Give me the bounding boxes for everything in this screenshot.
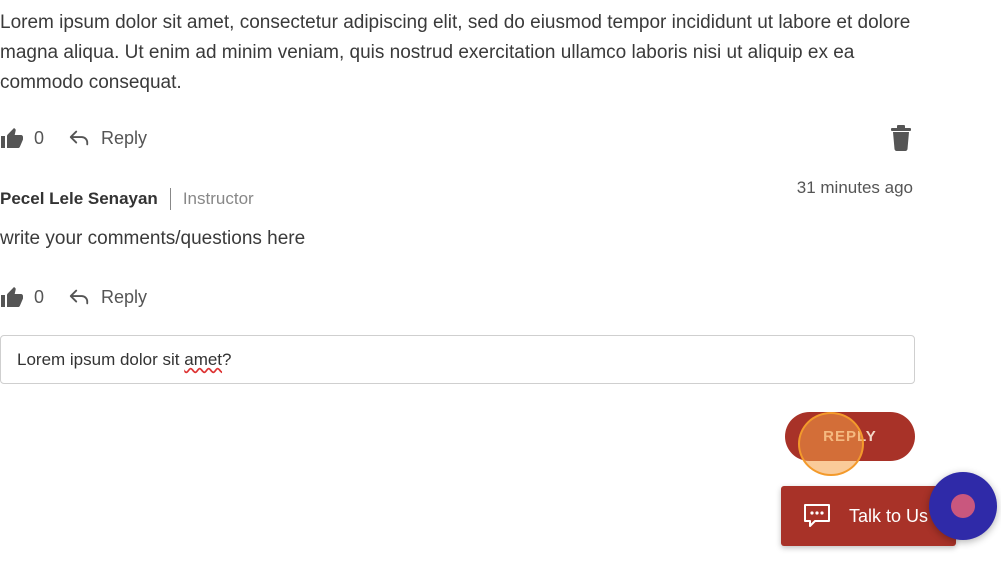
author-role: Instructor <box>182 189 254 208</box>
chatbot-icon <box>951 494 975 518</box>
thumbs-up-icon[interactable] <box>0 285 24 309</box>
reply-label: Reply <box>101 286 148 307</box>
comment-actions: 0 Reply <box>0 282 147 312</box>
comment-timestamp: 31 minutes ago <box>796 178 913 197</box>
reply-label: Reply <box>101 127 148 148</box>
comment-header: Pecel Lele Senayan Instructor <box>0 186 254 212</box>
reply-input[interactable]: Lorem ipsum dolor sit amet? <box>0 335 915 384</box>
post-text: Lorem ipsum dolor sit amet, consectetur … <box>0 12 911 93</box>
comment-text: write your comments/questions here <box>0 228 306 249</box>
chat-bubble-icon <box>803 503 831 529</box>
like-count: 0 <box>34 127 45 148</box>
thumbs-up-icon[interactable] <box>0 126 24 150</box>
reply-link[interactable]: Reply <box>68 127 147 149</box>
author-name[interactable]: Pecel Lele Senayan <box>0 189 158 209</box>
talk-to-us-label: Talk to Us <box>849 505 929 526</box>
trash-icon[interactable] <box>890 125 912 151</box>
reply-arrow-icon <box>68 127 90 149</box>
reply-input-text: Lorem ipsum dolor sit amet? <box>17 349 232 369</box>
post-actions: 0 Reply <box>0 123 147 153</box>
chatbot-launcher[interactable] <box>929 472 997 540</box>
reply-link[interactable]: Reply <box>68 286 147 308</box>
reply-submit-button[interactable]: REPLY <box>785 412 915 461</box>
header-divider <box>169 188 171 210</box>
misspelled-word: amet <box>184 349 223 369</box>
like-count: 0 <box>34 286 45 307</box>
reply-arrow-icon <box>68 286 90 308</box>
